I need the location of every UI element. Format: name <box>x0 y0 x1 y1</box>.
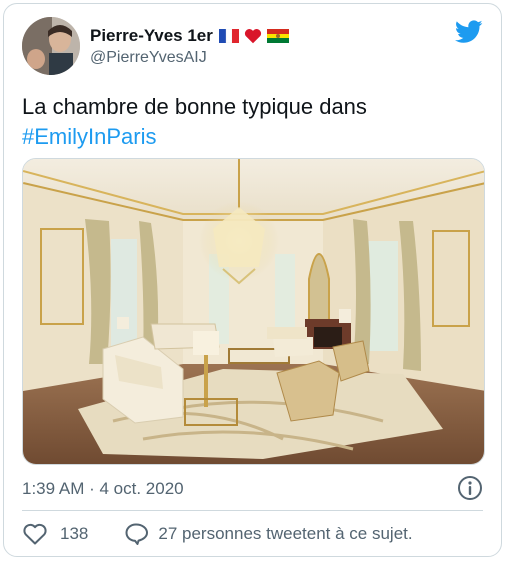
info-icon[interactable] <box>457 475 483 501</box>
tweet-photo[interactable] <box>22 158 485 465</box>
tweet-card[interactable]: Pierre-Yves 1er @PierreYvesAIJ La chambr… <box>3 3 502 557</box>
tweet-body: La chambre de bonne typique dans <box>22 94 367 119</box>
divider <box>22 510 483 511</box>
tweet-actions: 138 27 personnes tweetent à ce sujet. <box>22 522 413 546</box>
hashtag-link[interactable]: #EmilyInParis <box>22 124 156 149</box>
salon-photo <box>23 159 484 464</box>
like-action[interactable]: 138 <box>22 522 88 546</box>
heart-outline-icon[interactable] <box>22 522 48 546</box>
speech-bubble-icon[interactable] <box>124 522 150 546</box>
like-count: 138 <box>60 524 89 543</box>
twitter-bird-icon[interactable] <box>455 20 483 44</box>
retweet-people-text[interactable]: 27 personnes tweetent à ce sujet. <box>158 524 412 544</box>
tweet-text: La chambre de bonne typique dans #EmilyI… <box>22 92 482 152</box>
avatar[interactable] <box>22 17 80 75</box>
author-name-row[interactable]: Pierre-Yves 1er <box>90 26 289 46</box>
avatar-image <box>22 17 80 75</box>
red-heart-icon <box>244 29 261 44</box>
retweet-people-action[interactable]: 27 personnes tweetent à ce sujet. <box>124 522 413 546</box>
flag-emojis <box>218 28 289 44</box>
display-name[interactable]: Pierre-Yves 1er <box>90 26 213 46</box>
bolivia-flag-icon <box>266 29 289 43</box>
tweet-timestamp[interactable]: 1:39 AM · 4 oct. 2020 <box>22 479 184 499</box>
author-handle[interactable]: @PierreYvesAIJ <box>90 49 207 67</box>
france-flag-icon <box>218 29 239 43</box>
